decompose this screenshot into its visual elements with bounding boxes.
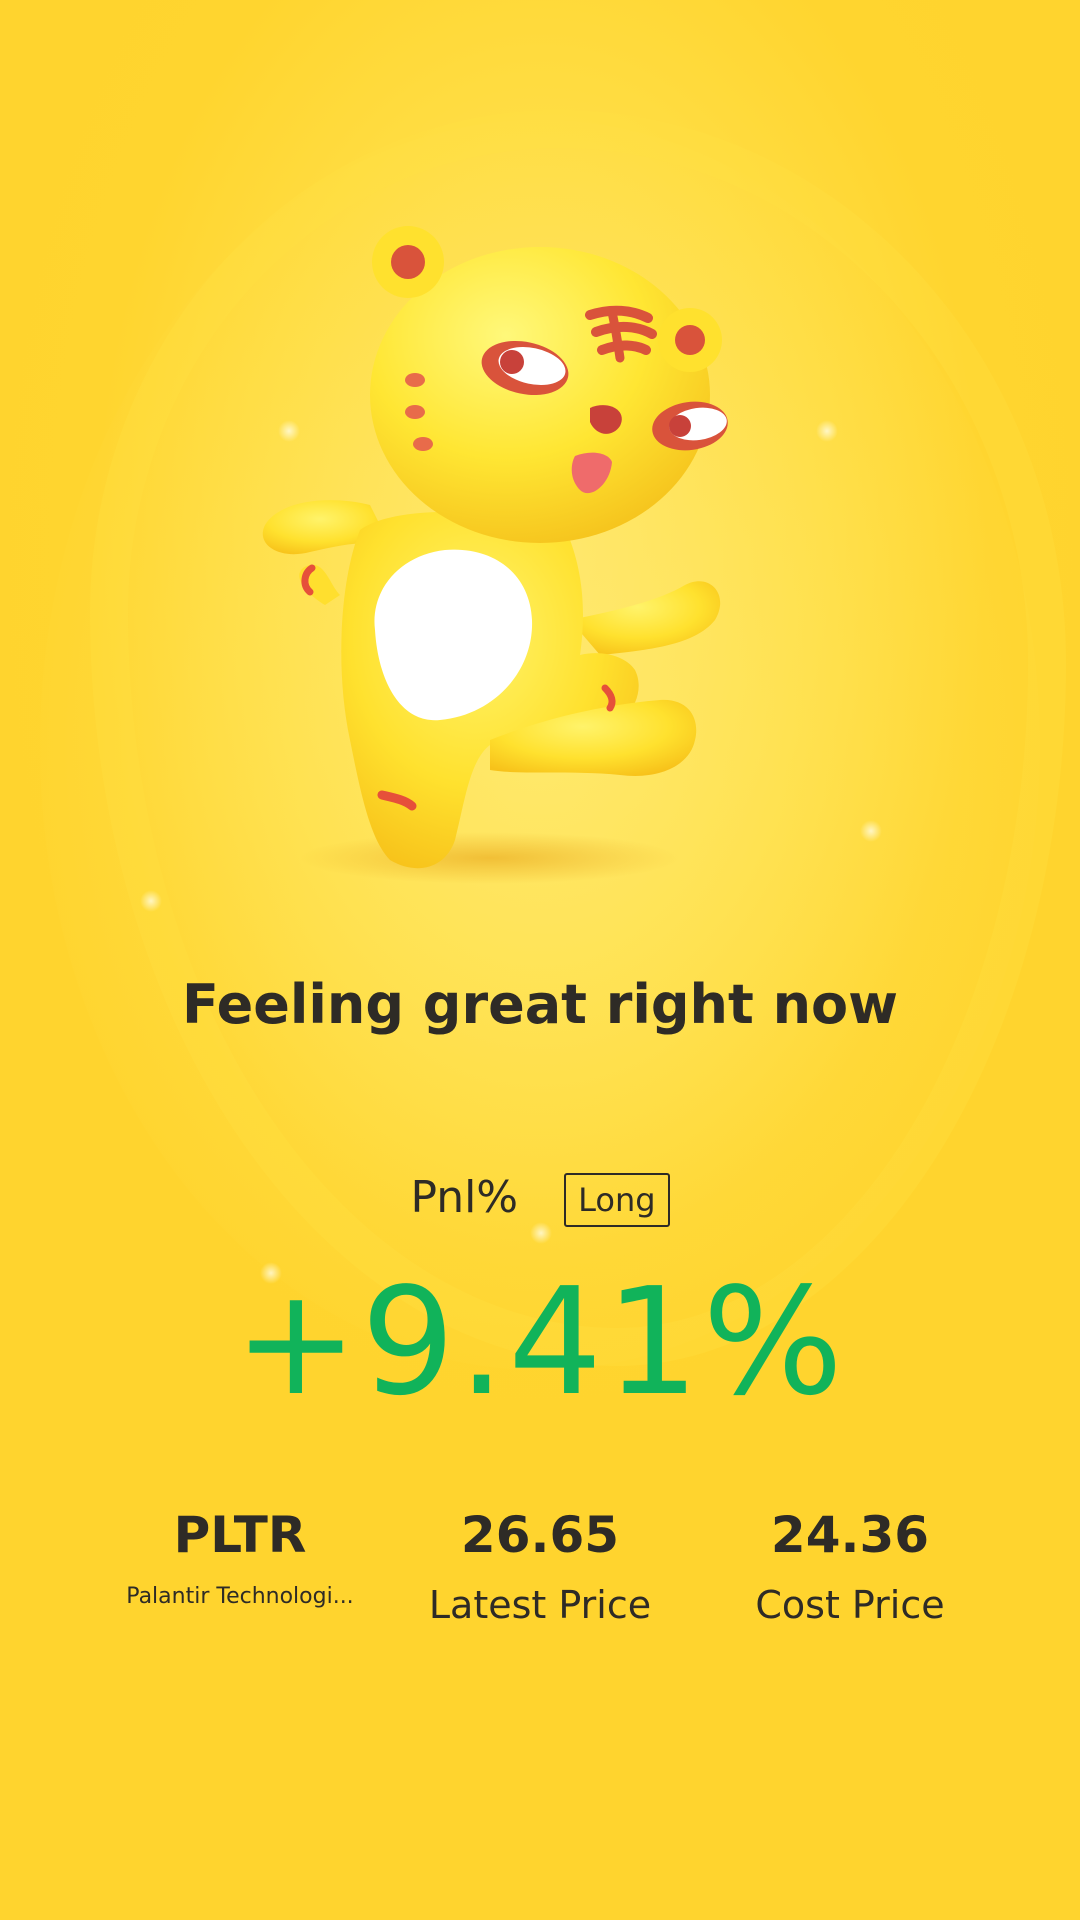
sparkle-decoration (140, 890, 162, 912)
sparkle-decoration (816, 420, 838, 442)
latest-price-stat: 26.65 Latest Price (390, 1500, 690, 1632)
tiger-mascot-icon (240, 200, 800, 900)
latest-price-value: 26.65 (460, 1506, 620, 1564)
mood-headline: Feeling great right now (181, 973, 899, 1036)
symbol-stat: PLTR Palantir Technologi... (100, 1500, 380, 1612)
position-tag: Long (564, 1173, 670, 1227)
cost-price-value: 24.36 (770, 1506, 930, 1564)
cost-price-stat: 24.36 Cost Price (700, 1500, 1000, 1632)
pnl-label: Pnl% (410, 1172, 519, 1223)
company-name: Palantir Technologi... (126, 1584, 354, 1609)
cost-price-label: Cost Price (755, 1583, 945, 1627)
position-stats: PLTR Palantir Technologi... 26.65 Latest… (0, 1500, 1080, 1660)
ticker-symbol: PLTR (173, 1506, 307, 1564)
latest-price-label: Latest Price (428, 1583, 652, 1627)
pnl-percentage: +9.41% (233, 1256, 847, 1428)
sparkle-decoration (860, 820, 882, 842)
pnl-header: Pnl% Long (0, 1170, 1080, 1227)
